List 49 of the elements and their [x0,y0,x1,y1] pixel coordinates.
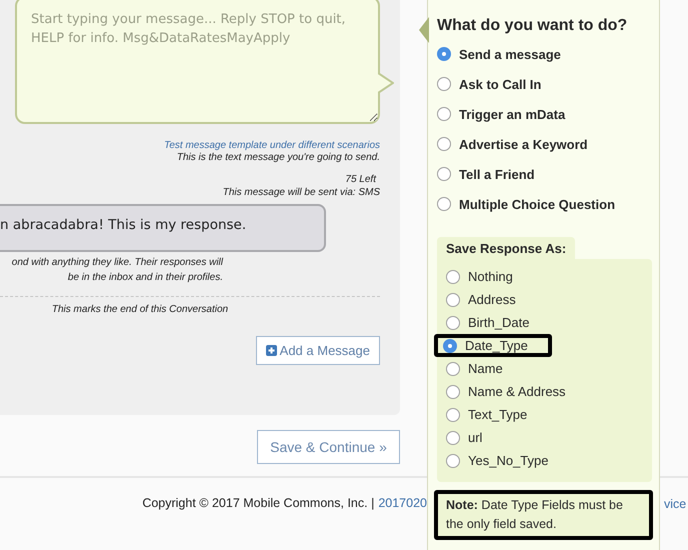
plus-icon [266,345,277,356]
save-option[interactable]: Name & Address [437,380,652,403]
radio-button[interactable] [437,137,451,151]
save-continue-button[interactable]: Save & Continue » [257,430,400,464]
message-field[interactable]: Start typing your message... Reply STOP to quit, HELP for info. Msg&DataRatesMayApply [15,0,380,124]
character-count: 75 Left [345,173,376,186]
save-option[interactable]: Nothing [437,265,652,288]
save-option[interactable]: Address [437,288,652,311]
message-hint: This is the text message you're going to send. [176,151,380,164]
copyright-text: Copyright © 2017 Mobile Commons, Inc. | [142,496,374,510]
radio-button[interactable] [443,338,457,352]
date-type-note: Note: Date Type Fields must be the only field saved. [434,490,653,540]
action-option[interactable]: Tell a Friend [437,159,651,189]
radio-button[interactable] [446,270,460,284]
radio-button[interactable] [446,408,460,422]
response-bubble: n abracadabra! This is my response. [0,204,326,252]
save-option[interactable]: Name [437,357,652,380]
save-option[interactable]: Text_Type [437,403,652,426]
footer-text[interactable]: vice [660,497,688,511]
save-response-label: Save Response As: [437,237,576,259]
panel-title: What do you want to do? [437,17,628,35]
end-note: This marks the end of this Conversation [50,304,230,315]
action-option[interactable]: Trigger an mData [437,99,651,129]
radio-button[interactable] [437,107,451,121]
version-link[interactable]: 2017020 [378,496,427,510]
save-option[interactable]: url [437,426,652,449]
radio-button[interactable] [446,292,460,306]
bubble-tail-icon [378,72,394,94]
save-option[interactable]: Birth_Date [437,311,652,334]
panel-pointer-icon [419,17,429,43]
action-option[interactable]: Multiple Choice Question [437,189,651,219]
test-template-link[interactable]: Test message template under different scenarios [164,140,380,151]
response-note: ond with anything they like. Their responses will be in the inbox and in their profiles. [10,256,223,285]
radio-button[interactable] [437,197,451,211]
radio-button[interactable] [437,77,451,91]
save-option[interactable]: Yes_No_Type [437,449,652,472]
action-option[interactable]: Ask to Call In [437,69,651,99]
radio-button[interactable] [446,430,460,444]
radio-button[interactable] [437,167,451,181]
send-via-text: This message will be sent via: SMS [222,186,380,199]
action-option[interactable]: Advertise a Keyword [437,129,651,159]
radio-button[interactable] [446,454,460,468]
radio-button[interactable] [446,362,460,376]
add-message-button[interactable]: Add a Message [256,336,380,365]
radio-button[interactable] [446,384,460,398]
highlighted-option[interactable]: Date_Type [434,334,552,357]
action-option[interactable]: Send a message [437,39,651,69]
radio-button[interactable] [446,316,460,330]
radio-button[interactable] [437,47,451,61]
